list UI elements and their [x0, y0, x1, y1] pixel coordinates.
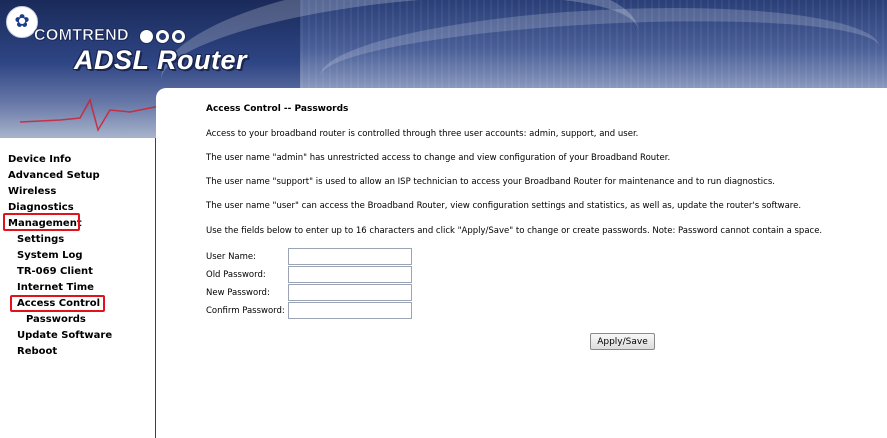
product-title: ADSL Router	[74, 45, 248, 75]
sidebar-item-reboot[interactable]: Reboot	[8, 344, 112, 360]
content-panel	[156, 88, 887, 438]
old-password-field[interactable]	[288, 266, 412, 283]
old-password-label: Old Password:	[206, 270, 266, 280]
instructions-paragraph: Use the fields below to enter up to 16 c…	[206, 226, 823, 236]
confirm-password-field[interactable]	[288, 302, 412, 319]
page-title: Access Control -- Passwords	[206, 104, 349, 114]
sidebar-item-advanced-setup[interactable]: Advanced Setup	[8, 168, 112, 184]
sidebar-item-wireless[interactable]: Wireless	[8, 184, 112, 200]
management-highlight-box	[3, 213, 80, 231]
intro-paragraph: Access to your broadband router is contr…	[206, 129, 639, 139]
sidebar-item-device-info[interactable]: Device Info	[8, 152, 112, 168]
sidebar-item-system-log[interactable]: System Log	[8, 248, 112, 264]
sidebar-item-internet-time[interactable]: Internet Time	[8, 280, 112, 296]
new-password-field[interactable]	[288, 284, 412, 301]
user-name-label: User Name:	[206, 252, 257, 262]
user-description: The user name "user" can access the Broa…	[206, 201, 802, 211]
support-description: The user name "support" is used to allow…	[206, 177, 775, 187]
sidebar-nav: Device Info Advanced Setup Wireless Diag…	[8, 152, 112, 360]
confirm-password-label: Confirm Password:	[206, 306, 285, 316]
admin-description: The user name "admin" has unrestricted a…	[206, 153, 671, 163]
new-password-label: New Password:	[206, 288, 270, 298]
brand-logo-text: COMTREND	[34, 27, 129, 45]
apply-save-button[interactable]: Apply/Save	[590, 333, 655, 350]
sidebar-item-passwords[interactable]: Passwords	[8, 312, 112, 328]
user-name-field[interactable]	[288, 248, 412, 265]
access-control-highlight-box	[10, 295, 105, 312]
sidebar-item-tr069-client[interactable]: TR-069 Client	[8, 264, 112, 280]
sidebar-item-settings[interactable]: Settings	[8, 232, 112, 248]
sidebar-item-update-software[interactable]: Update Software	[8, 328, 112, 344]
